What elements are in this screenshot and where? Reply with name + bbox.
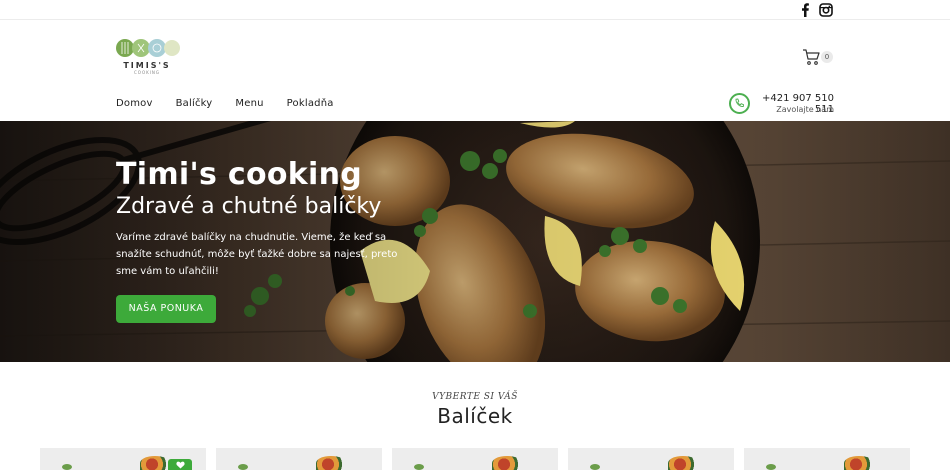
hero-description: Varíme zdravé balíčky na chudnutie. Viem…	[116, 232, 398, 277]
package-card[interactable]	[568, 448, 734, 470]
our-offer-button[interactable]: NAŠA PONUKA	[116, 295, 216, 323]
package-image	[492, 456, 522, 470]
nav-item-balicky[interactable]: Balíčky	[176, 98, 213, 109]
hero-subtitle: Zdravé a chutné balíčky	[116, 194, 382, 219]
package-image	[844, 456, 874, 470]
nav-item-domov[interactable]: Domov	[116, 98, 153, 109]
top-bar	[0, 0, 950, 20]
logo-subtext: COOKING	[134, 70, 160, 75]
nav-item-pokladna[interactable]: Pokladňa	[287, 98, 334, 109]
herb-decoration	[414, 464, 424, 470]
herb-decoration	[766, 464, 776, 470]
instagram-icon[interactable]	[818, 2, 834, 18]
nav-item-menu[interactable]: Menu	[235, 98, 263, 109]
package-card[interactable]	[392, 448, 558, 470]
section-pretitle: VYBERTE SI VÁŠ	[432, 392, 518, 402]
cart-icon[interactable]	[802, 48, 820, 66]
phone-icon[interactable]	[729, 93, 750, 114]
herb-decoration	[238, 464, 248, 470]
section-title: Balíček	[437, 404, 513, 428]
cart-count-badge: 0	[821, 51, 833, 63]
package-image	[668, 456, 698, 470]
facebook-icon[interactable]	[797, 2, 813, 18]
hero-title: Timi's cooking	[116, 157, 363, 192]
logo-text: TIMIS'S	[123, 61, 171, 70]
package-image	[140, 456, 170, 470]
package-cards	[40, 448, 910, 470]
heart-icon[interactable]	[168, 459, 192, 470]
main-nav: Domov Balíčky Menu Pokladňa	[116, 98, 357, 109]
package-card[interactable]	[744, 448, 910, 470]
herb-decoration	[590, 464, 600, 470]
herb-decoration	[62, 464, 72, 470]
package-card[interactable]	[216, 448, 382, 470]
package-card[interactable]	[40, 448, 206, 470]
call-us-label: Zavolajte nám	[776, 105, 834, 114]
package-image	[316, 456, 346, 470]
